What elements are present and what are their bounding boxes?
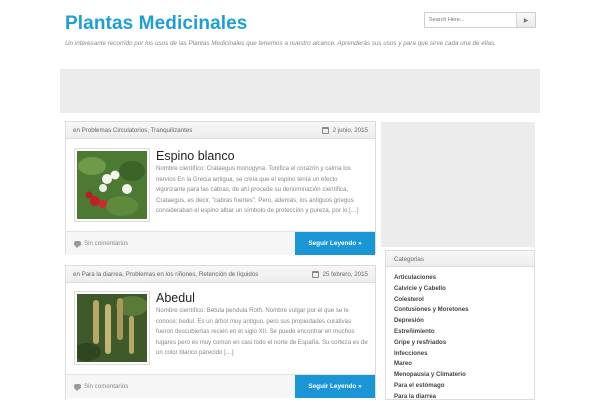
post-footer: Sin comentarios Seguir Leyendo » [66,231,375,255]
post-card: en Problemas Circulatorios, Tranquilizan… [65,121,376,255]
sidebar-ad-area [381,122,535,247]
read-more-button[interactable]: Seguir Leyendo » [295,375,375,398]
post-thumbnail[interactable] [74,148,150,222]
comment-bubble-icon [74,384,81,391]
arrow-right-icon: ▶ [523,17,529,24]
birch-catkins-image [77,294,147,362]
post-footer: Sin comentarios Seguir Leyendo » [66,374,375,398]
category-link[interactable]: Articulaciones [394,273,534,284]
post-date-text: 25 febrero, 2015 [322,270,368,278]
category-link[interactable]: Infecciones [394,349,534,360]
post-categories[interactable]: en Para la diarrea, Problemas en los riñ… [73,271,258,278]
post-thumbnail[interactable] [74,291,150,365]
category-link[interactable]: Menopausia y Climaterio [394,370,534,381]
category-link[interactable]: Contusiones y Moretones [394,305,534,316]
banner-ad-area [60,69,540,113]
comments-label: Sin comentarios [84,383,129,390]
comments-link[interactable]: Sin comentarios [74,383,129,391]
post-title[interactable]: Abedul [156,291,195,305]
comments-link[interactable]: Sin comentarios [74,240,129,248]
search-input[interactable] [425,13,516,27]
category-link[interactable]: Gripe y resfriados [394,338,534,349]
post-meta: en Para la diarrea, Problemas en los riñ… [66,266,375,283]
category-link[interactable]: Mareo [394,359,534,370]
categories-list: Articulaciones Calvicie y Cabello Colest… [386,267,534,400]
search-submit-button[interactable]: ▶ [516,13,535,27]
calendar-icon [311,270,319,278]
calendar-icon [321,126,329,134]
categories-widget-title: Categorias [386,251,534,267]
category-link[interactable]: Para el estómago [394,381,534,392]
site-title[interactable]: Plantas Medicinales [65,13,247,35]
read-more-button[interactable]: Seguir Leyendo » [295,232,375,255]
category-link[interactable]: Para la diarrea [394,392,534,400]
category-link[interactable]: Depresión [394,316,534,327]
search-form: ▶ [424,12,536,28]
category-link[interactable]: Colesterol [394,295,534,306]
category-link[interactable]: Estreñimiento [394,327,534,338]
categories-widget: Categorias Articulaciones Calvicie y Cab… [385,250,535,400]
post-date: 25 febrero, 2015 [311,270,368,278]
category-link[interactable]: Calvicie y Cabello [394,284,534,295]
post-date-text: 2 junio, 2015 [332,126,368,134]
hawthorn-image [77,151,147,219]
post-date: 2 junio, 2015 [321,126,368,134]
post-excerpt: Nombre científico: Crataegus monogyna. T… [156,165,359,215]
post-categories[interactable]: en Problemas Circulatorios, Tranquilizan… [73,127,192,134]
comments-label: Sin comentarios [84,240,129,247]
post-card: en Para la diarrea, Problemas en los riñ… [65,265,376,400]
post-meta: en Problemas Circulatorios, Tranquilizan… [66,122,375,139]
comment-bubble-icon [74,241,81,248]
site-tagline: Un interesante recorrido por los usos de… [65,40,496,47]
post-excerpt: Nombre científico: Betula pendula Roth. … [156,307,368,357]
post-title[interactable]: Espino blanco [156,149,235,163]
